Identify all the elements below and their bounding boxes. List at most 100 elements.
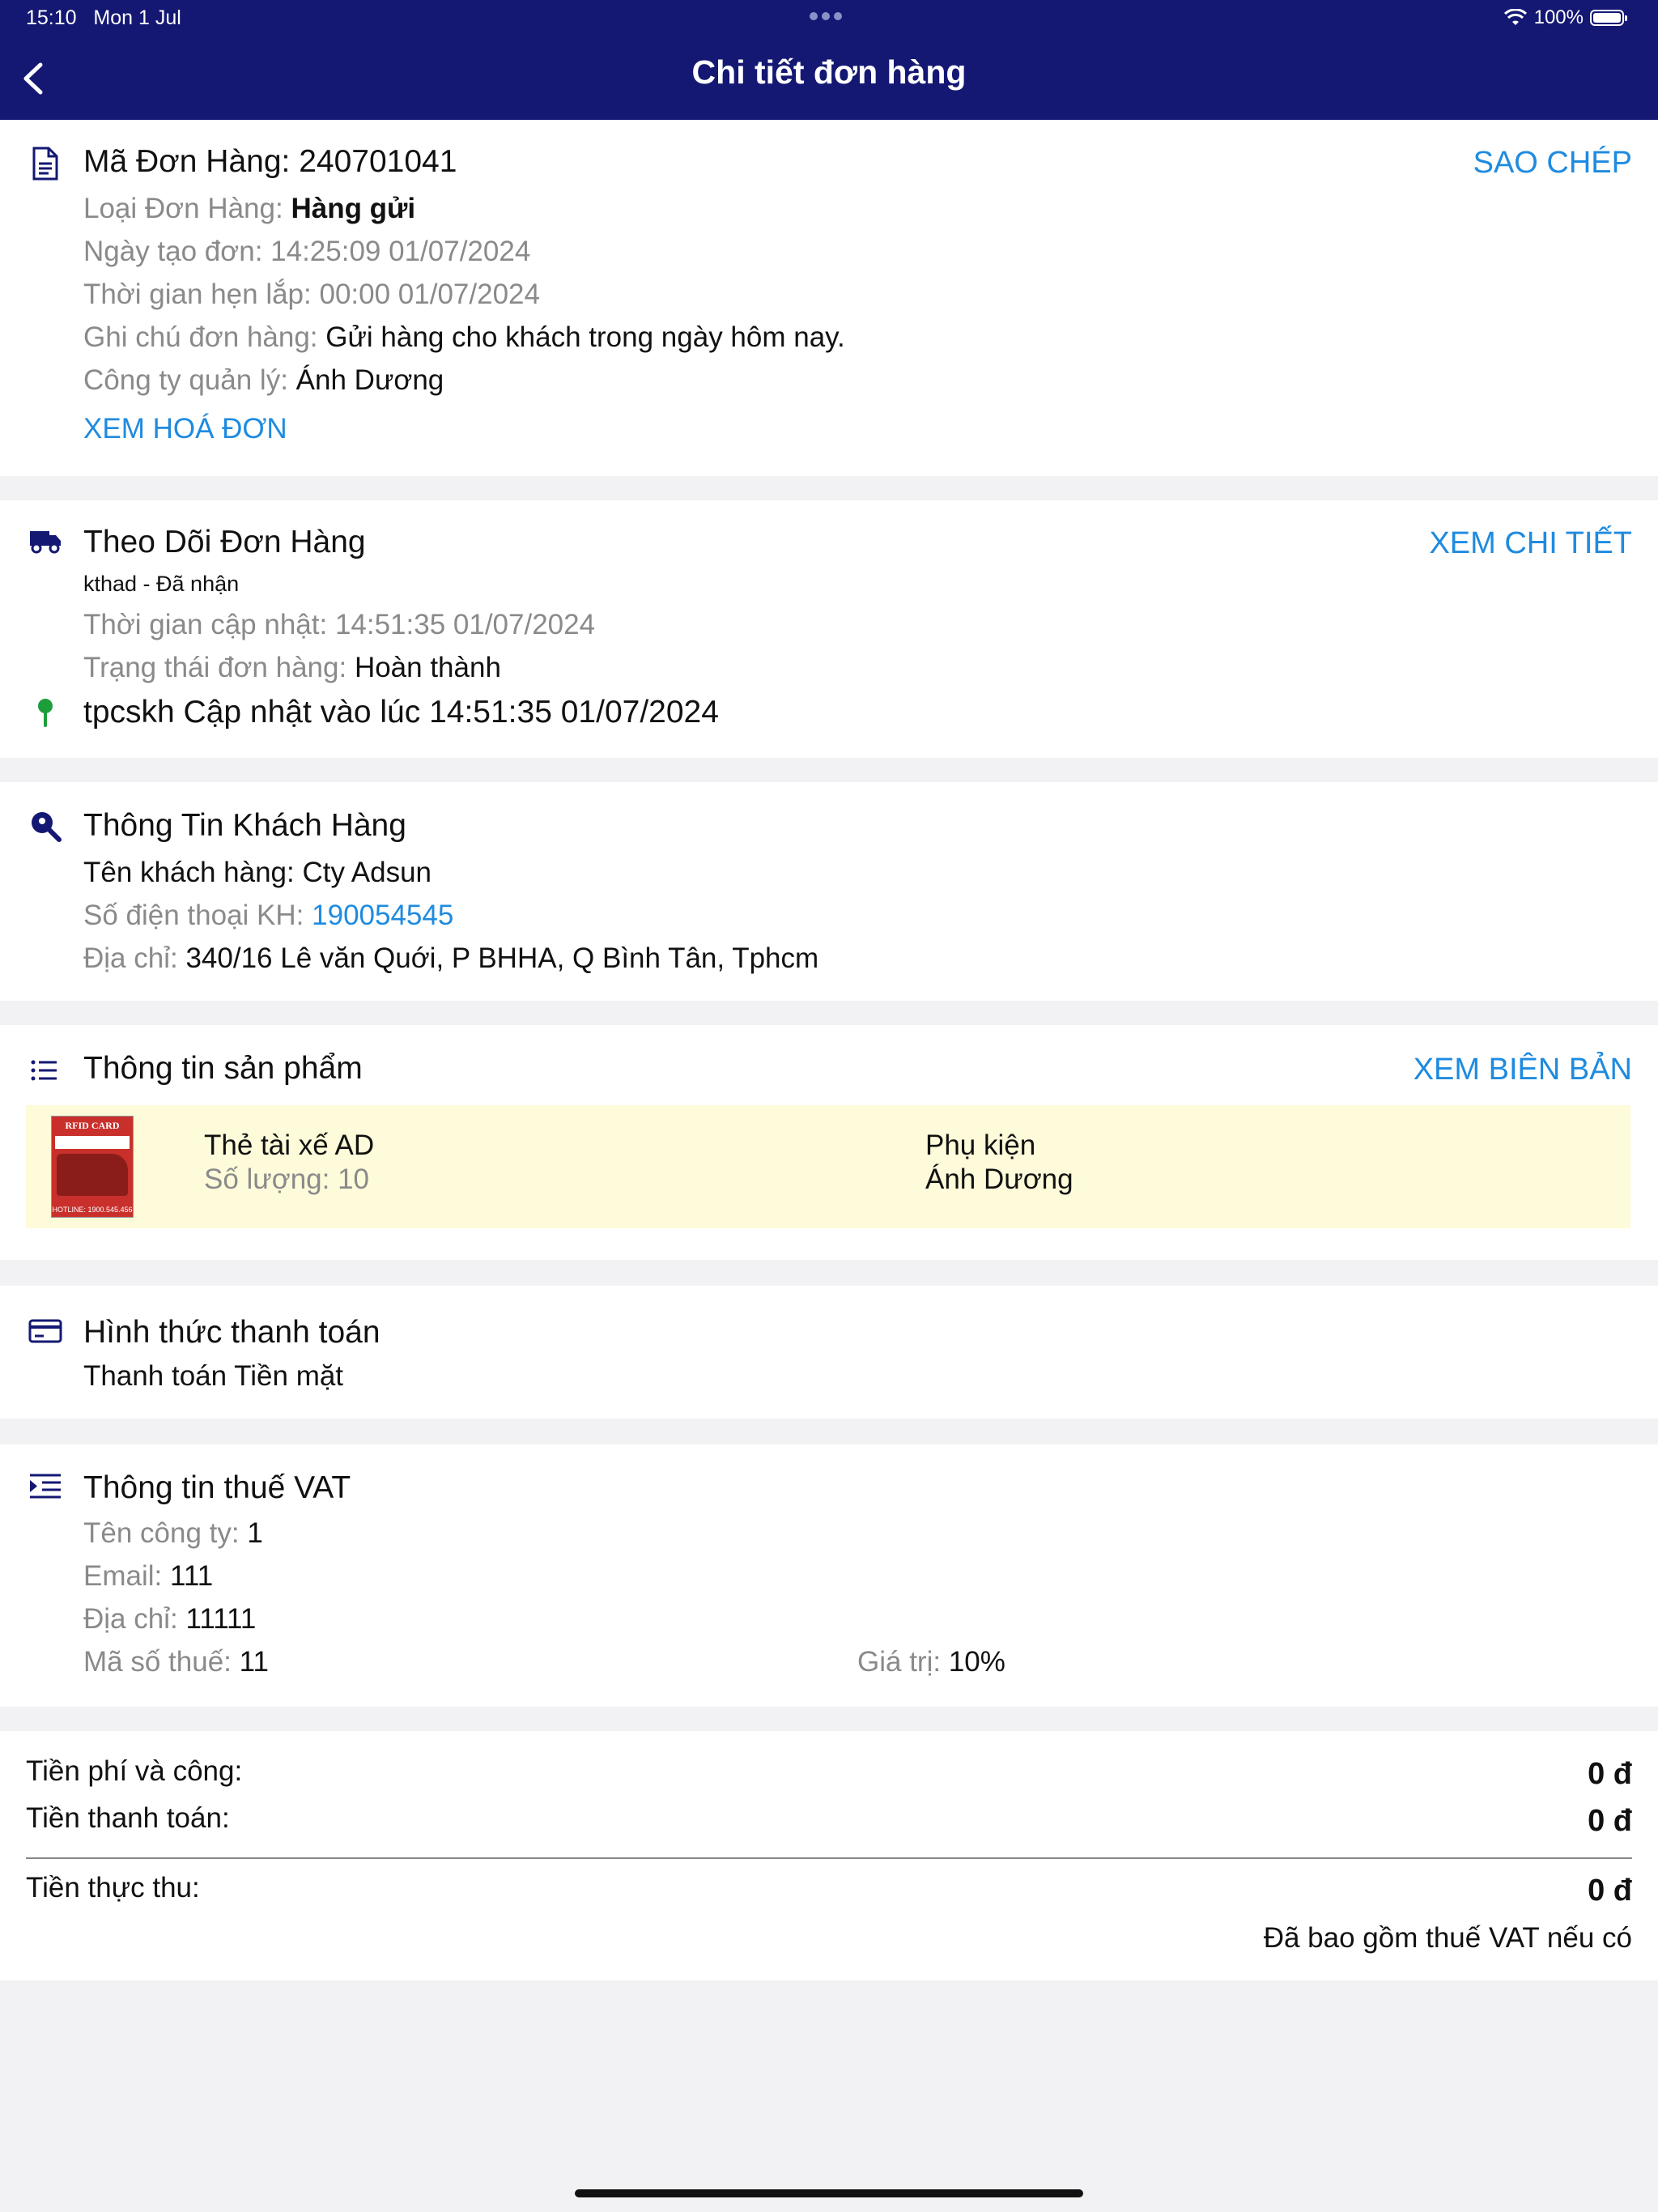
customer-phone: Số điện thoại KH: 190054545 bbox=[83, 900, 453, 932]
status-indicators: 100% bbox=[1503, 6, 1627, 29]
vat-email: Email: 111 bbox=[83, 1560, 213, 1593]
payment-method: Thanh toán Tiền mặt bbox=[83, 1360, 344, 1392]
product-qty-label: Số lượng: bbox=[204, 1163, 330, 1195]
vat-email-value: 111 bbox=[169, 1560, 214, 1592]
tracking-last-update: tpcskh Cập nhật vào lúc 14:51:35 01/07/2… bbox=[83, 695, 719, 730]
thumb-banner bbox=[55, 1136, 130, 1149]
order-install-time: Thời gian hẹn lắp: 00:00 01/07/2024 bbox=[83, 279, 540, 311]
thumb-title: RFID CARD bbox=[65, 1120, 120, 1131]
vat-tax-value: 11 bbox=[239, 1646, 269, 1678]
product-thumbnail: RFID CARD HOTLINE: 1900.545.456 bbox=[52, 1117, 133, 1217]
order-created-label: Ngày tạo đơn: bbox=[83, 236, 263, 267]
customer-name-value: Cty Adsun bbox=[302, 857, 432, 888]
copy-button[interactable]: SAO CHÉP bbox=[1473, 146, 1632, 181]
product-brand: Ánh Dương bbox=[925, 1163, 1073, 1195]
order-company: Công ty quản lý: Ánh Dương bbox=[83, 364, 444, 397]
product-name: Thẻ tài xế AD bbox=[204, 1129, 375, 1161]
view-invoice-link[interactable]: XEM HOÁ ĐƠN bbox=[83, 413, 287, 445]
vat-title: Thông tin thuế VAT bbox=[83, 1470, 351, 1505]
search-location-icon bbox=[32, 812, 62, 842]
vat-value-label: Giá trị: bbox=[857, 1646, 942, 1678]
credit-card-icon bbox=[28, 1319, 62, 1343]
order-card: Mã Đơn Hàng: 240701041 SAO CHÉP Loại Đơn… bbox=[0, 120, 1658, 476]
order-type: Loại Đơn Hàng: Hàng gửi bbox=[83, 193, 415, 225]
customer-address: Địa chỉ: 340/16 Lê văn Quới, P BHHA, Q B… bbox=[83, 942, 818, 975]
tracking-card: Theo Dõi Đơn Hàng XEM CHI TIẾT kthad - Đ… bbox=[0, 500, 1658, 758]
payment-title: Hình thức thanh toán bbox=[83, 1315, 380, 1350]
product-qty-value: 10 bbox=[338, 1163, 370, 1195]
vat-note: Đã bao gồm thuế VAT nếu có bbox=[1263, 1922, 1632, 1954]
vat-address: Địa chỉ: 11111 bbox=[83, 1603, 256, 1636]
product-category: Phụ kiện bbox=[925, 1129, 1036, 1161]
order-type-value: Hàng gửi bbox=[291, 193, 416, 224]
summary-divider bbox=[26, 1857, 1632, 1859]
order-created-value: 14:25:09 01/07/2024 bbox=[270, 236, 531, 267]
actual-amount-value: 0 đ bbox=[1588, 1874, 1632, 1908]
order-note-label: Ghi chú đơn hàng: bbox=[83, 321, 318, 353]
page-title: Chi tiết đơn hàng bbox=[691, 53, 967, 91]
multitasking-dots-icon[interactable] bbox=[810, 10, 846, 24]
vat-company: Tên công ty: 1 bbox=[83, 1517, 263, 1550]
vat-address-value: 11111 bbox=[185, 1603, 257, 1635]
order-install-value: 00:00 01/07/2024 bbox=[319, 279, 540, 310]
indent-list-icon bbox=[30, 1474, 61, 1499]
fee-label: Tiền phí và công: bbox=[26, 1755, 243, 1787]
customer-phone-link[interactable]: 190054545 bbox=[312, 900, 453, 931]
status-date: Mon 1 Jul bbox=[93, 6, 181, 29]
product-qty: Số lượng: 10 bbox=[204, 1163, 369, 1196]
order-install-label: Thời gian hẹn lắp: bbox=[83, 279, 312, 310]
summary-card: Tiền phí và công: 0 đ Tiền thanh toán: 0… bbox=[0, 1731, 1658, 1980]
payment-amount-label: Tiền thanh toán: bbox=[26, 1802, 230, 1834]
order-code-label: Mã Đơn Hàng: bbox=[83, 144, 291, 179]
customer-address-label: Địa chỉ: bbox=[83, 942, 178, 974]
fee-value: 0 đ bbox=[1588, 1757, 1632, 1791]
tracking-updated: Thời gian cập nhật: 14:51:35 01/07/2024 bbox=[83, 609, 595, 641]
document-icon bbox=[32, 147, 58, 181]
home-indicator[interactable] bbox=[575, 2189, 1083, 2197]
wifi-icon bbox=[1503, 9, 1527, 25]
order-code: Mã Đơn Hàng: 240701041 bbox=[83, 144, 457, 180]
tracking-handler: kthad - Đã nhận bbox=[83, 572, 240, 596]
vat-company-value: 1 bbox=[247, 1517, 263, 1549]
tracking-updated-label: Thời gian cập nhật: bbox=[83, 609, 328, 640]
tracking-status: Trạng thái đơn hàng: Hoàn thành bbox=[83, 652, 501, 684]
order-code-value: 240701041 bbox=[299, 144, 457, 179]
delivery-truck-icon bbox=[30, 531, 61, 554]
vat-card: Thông tin thuế VAT Tên công ty: 1 Email:… bbox=[0, 1444, 1658, 1707]
order-note: Ghi chú đơn hàng: Gửi hàng cho khách tro… bbox=[83, 321, 845, 354]
customer-name-label: Tên khách hàng: bbox=[83, 857, 295, 888]
customer-name: Tên khách hàng: Cty Adsun bbox=[83, 857, 432, 889]
order-note-value: Gửi hàng cho khách trong ngày hôm nay. bbox=[325, 321, 845, 353]
list-icon bbox=[31, 1060, 57, 1081]
status-time-value: 15:10 bbox=[26, 6, 77, 29]
order-created: Ngày tạo đơn: 14:25:09 01/07/2024 bbox=[83, 236, 530, 268]
view-detail-button[interactable]: XEM CHI TIẾT bbox=[1429, 526, 1632, 561]
tracking-status-value: Hoàn thành bbox=[354, 652, 501, 683]
customer-card: Thông Tin Khách Hàng Tên khách hàng: Cty… bbox=[0, 782, 1658, 1001]
order-type-label: Loại Đơn Hàng: bbox=[83, 193, 283, 224]
order-company-label: Công ty quản lý: bbox=[83, 364, 288, 396]
tracking-updated-value: 14:51:35 01/07/2024 bbox=[334, 609, 596, 640]
vat-value: Giá trị: 10% bbox=[857, 1646, 1005, 1678]
product-title: Thông tin sản phẩm bbox=[83, 1051, 363, 1086]
tracking-title: Theo Dõi Đơn Hàng bbox=[83, 525, 366, 559]
vat-value-value: 10% bbox=[948, 1646, 1005, 1678]
actual-amount-label: Tiền thực thu: bbox=[26, 1872, 200, 1904]
battery-icon bbox=[1590, 10, 1627, 26]
view-report-button[interactable]: XEM BIÊN BẢN bbox=[1414, 1053, 1632, 1087]
vat-tax-code: Mã số thuế: 11 bbox=[83, 1646, 269, 1678]
thumb-hotline: HOTLINE: 1900.545.456 bbox=[52, 1206, 133, 1214]
product-item[interactable]: RFID CARD HOTLINE: 1900.545.456 Thẻ tài … bbox=[26, 1105, 1630, 1228]
nav-header: 15:10 Mon 1 Jul 100% Chi tiết đơn hàng bbox=[0, 0, 1658, 120]
customer-phone-label: Số điện thoại KH: bbox=[83, 900, 304, 931]
battery-percent: 100% bbox=[1533, 6, 1584, 28]
customer-title: Thông Tin Khách Hàng bbox=[83, 808, 406, 843]
order-company-value: Ánh Dương bbox=[295, 364, 444, 396]
map-pin-icon bbox=[38, 699, 53, 727]
customer-address-value: 340/16 Lê văn Quới, P BHHA, Q Bình Tân, … bbox=[185, 942, 819, 974]
vat-email-label: Email: bbox=[83, 1560, 163, 1592]
payment-amount-value: 0 đ bbox=[1588, 1804, 1632, 1838]
vat-address-label: Địa chỉ: bbox=[83, 1603, 178, 1635]
tracking-status-label: Trạng thái đơn hàng: bbox=[83, 652, 347, 683]
vat-company-label: Tên công ty: bbox=[83, 1517, 240, 1549]
